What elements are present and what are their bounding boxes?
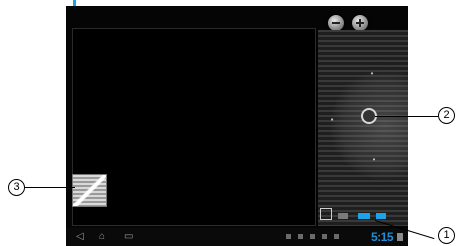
flash-icon[interactable]: • [368, 70, 376, 78]
notification-icon [286, 234, 291, 239]
last-photo-thumbnail[interactable] [72, 174, 107, 207]
camera-video-switch[interactable] [338, 209, 396, 223]
camera-mode-icon[interactable] [376, 213, 386, 219]
mode-switch-slider[interactable] [358, 213, 370, 219]
zoom-out-button[interactable] [328, 15, 344, 31]
tablet-screen: • ▪ • ◁ ⌂ ▭ 5:15 [66, 6, 408, 246]
system-navigation-bar: ◁ ⌂ ▭ 5:15 [66, 228, 408, 246]
callout-1: 1 [438, 227, 455, 244]
notification-icon [298, 234, 303, 239]
effects-icon[interactable]: • [370, 156, 378, 164]
zoom-in-button[interactable] [352, 15, 368, 31]
callout-3: 3 [8, 179, 25, 196]
home-icon[interactable]: ⌂ [99, 232, 105, 242]
wifi-icon [334, 234, 339, 239]
back-icon[interactable]: ◁ [76, 232, 84, 242]
notification-icon [310, 234, 315, 239]
notification-icon [322, 234, 327, 239]
recent-apps-icon[interactable]: ▭ [124, 232, 133, 242]
settings-icon[interactable]: ▪ [328, 116, 336, 124]
callout-line-3 [25, 187, 75, 188]
callout-2: 2 [438, 107, 455, 124]
video-mode-icon[interactable] [338, 213, 348, 219]
battery-icon [397, 233, 403, 241]
status-clock: 5:15 [371, 230, 394, 244]
gallery-icon[interactable] [320, 208, 332, 220]
camera-viewfinder [72, 28, 316, 226]
callout-line-2 [375, 116, 438, 117]
